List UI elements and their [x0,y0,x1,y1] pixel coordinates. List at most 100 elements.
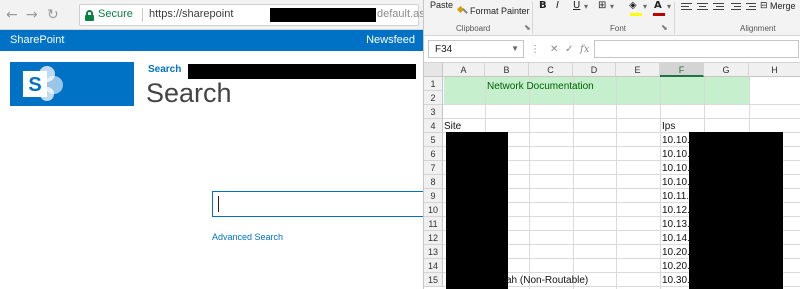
row-header[interactable]: 2 [424,91,443,105]
column-header-d[interactable]: D [573,63,616,77]
ip-cell[interactable]: 10.10. [662,149,690,160]
group-divider [674,2,675,34]
column-header-e[interactable]: E [616,63,660,77]
font-group-label: Font [610,24,627,33]
header-ips-cell[interactable]: Ips [662,121,675,132]
site-cell-row15[interactable]: ah (Non-Routable) [506,275,588,286]
column-header-a[interactable]: A [443,63,485,77]
back-icon[interactable]: ← [6,7,18,23]
redaction-block [188,64,416,79]
paste-button[interactable]: Paste [430,0,453,10]
row-header[interactable]: 13 [424,245,443,259]
sharepoint-logo-icon: S [23,66,63,101]
formula-bar: F34 ▼ ⋮ ✕ ✓ fx [424,36,800,63]
search-input[interactable] [212,191,423,217]
dialog-launcher-icon[interactable]: ⬊ [524,22,531,34]
italic-button[interactable]: I [556,0,559,12]
redaction-block [270,8,376,22]
row-header[interactable]: 8 [424,175,443,189]
column-header-g[interactable]: G [704,63,749,77]
decrease-indent-icon[interactable] [731,3,741,12]
ip-cell[interactable]: 10.10. [662,163,690,174]
chevron-down-icon[interactable]: ▾ [667,1,671,13]
column-header-f[interactable]: F [660,63,704,77]
align-right-icon[interactable] [713,3,724,12]
format-painter-button[interactable]: Format Painter [470,6,530,16]
increase-indent-icon[interactable] [746,3,756,12]
row-header[interactable]: 6 [424,147,443,161]
merge-button[interactable]: Merge [770,1,796,11]
spreadsheet-grid: A B C D E F G H 1 2 3 4 5 6 7 8 9 10 11 … [424,63,800,289]
lock-icon [85,10,94,21]
fill-color-swatch [630,13,642,16]
row-header[interactable]: 15 [424,273,443,287]
align-left-icon[interactable] [681,3,692,12]
redaction-block [689,132,783,289]
chevron-down-icon[interactable]: ▾ [584,1,588,13]
ip-cell[interactable]: 10.11. [662,191,689,202]
name-box-value: F34 [435,44,453,55]
ip-cell[interactable]: 10.30. [662,275,690,286]
title-cell[interactable]: Network Documentation [487,81,594,92]
bold-button[interactable]: B [539,0,547,12]
sharepoint-logo[interactable]: S [10,62,134,106]
dialog-launcher-icon[interactable]: ⬊ [661,22,668,34]
text-cursor [218,196,219,212]
column-header-b[interactable]: B [485,63,529,77]
cancel-icon[interactable]: ✕ [550,44,558,55]
ip-cell[interactable]: 10.13. [662,219,690,230]
name-box[interactable]: F34 ▼ [428,40,524,58]
alignment-group-label: Alignment [740,24,776,33]
row-header[interactable]: 5 [424,133,443,147]
ip-cell[interactable]: 10.20. [662,247,690,258]
align-center-icon[interactable] [697,3,708,12]
underline-button[interactable]: U [573,0,580,12]
column-header-c[interactable]: C [529,63,573,77]
row-header[interactable]: 1 [424,77,443,91]
chevron-down-icon[interactable]: ▾ [643,1,647,13]
grid-line [443,118,800,119]
row-header[interactable]: 4 [424,119,443,133]
ip-cell[interactable]: 10.12. [662,205,690,216]
forward-icon[interactable]: → [26,7,38,23]
redaction-block [446,132,508,289]
insert-function-icon[interactable]: fx [580,44,589,55]
clipboard-group-label: Clipboard [456,24,491,33]
row-header[interactable]: 3 [424,105,443,119]
row-header[interactable]: 7 [424,161,443,175]
merge-icon[interactable]: ⊟ [760,0,768,12]
column-header-h[interactable]: H [749,63,800,77]
reload-icon[interactable]: ↻ [47,7,59,23]
font-color-icon[interactable]: A [654,0,662,12]
excel-window: Paste Format Painter Clipboard ⬊ B I U ▾… [423,0,800,289]
row-header[interactable]: 14 [424,259,443,273]
svg-text:S: S [28,74,41,96]
more-options-icon[interactable]: ⋮ [530,44,540,55]
chevron-down-icon[interactable]: ▼ [511,44,519,53]
select-all-corner[interactable] [424,63,443,77]
row-header[interactable]: 12 [424,231,443,245]
sharepoint-suite-bar: SharePoint Newsfeed [0,30,423,51]
url-separator [142,8,143,22]
group-divider [532,2,533,34]
header-site-cell[interactable]: Site [444,121,461,132]
ip-cell[interactable]: 10.20. [662,261,690,272]
row-header[interactable]: 11 [424,217,443,231]
ip-cell[interactable]: 10.10. [662,177,690,188]
chevron-down-icon[interactable]: ▾ [610,1,614,13]
formula-input[interactable] [594,40,799,58]
ip-cell[interactable]: 10.14. [662,233,690,244]
format-painter-icon [456,5,468,14]
row-header[interactable]: 10 [424,203,443,217]
fill-color-icon[interactable]: ◈ [629,0,637,12]
url-prefix: https://sharepoint [149,8,234,20]
advanced-search-link[interactable]: Advanced Search [212,232,283,242]
address-bar[interactable]: Secure https://sharepoint default.aspx [79,4,423,26]
ip-cell[interactable]: 10.10. [662,135,690,146]
row-header[interactable]: 9 [424,189,443,203]
borders-icon[interactable]: ⊞ [598,0,606,12]
suite-title[interactable]: SharePoint [10,34,64,46]
newsfeed-link[interactable]: Newsfeed [366,34,415,46]
enter-icon[interactable]: ✓ [565,44,573,55]
breadcrumb[interactable]: Search [148,64,181,75]
